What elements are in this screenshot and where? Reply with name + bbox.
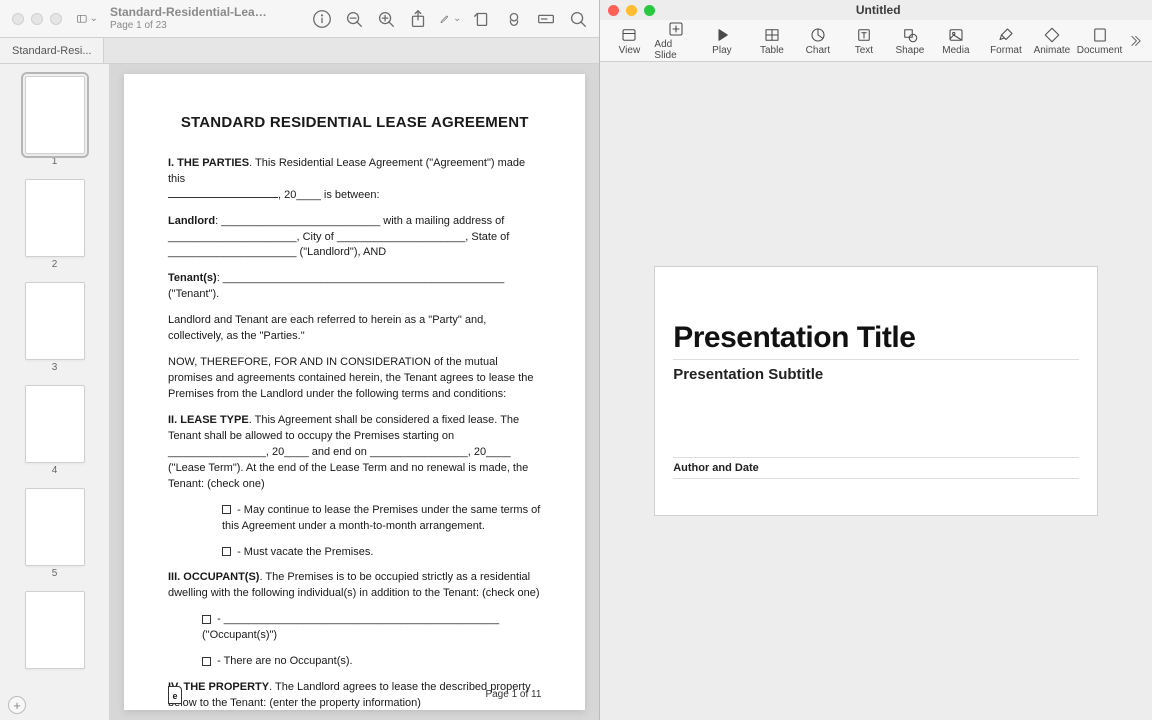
document-icon — [1091, 26, 1109, 44]
thumbnail-page-1[interactable] — [25, 76, 85, 154]
chart-button[interactable]: Chart — [797, 26, 839, 56]
animate-button[interactable]: Animate — [1031, 26, 1073, 56]
sidebar-toggle-button[interactable] — [76, 8, 98, 30]
thumbnail-page-2[interactable] — [25, 179, 85, 257]
thumbnail-label: 3 — [0, 362, 109, 373]
section-lease-type: II. LEASE TYPE. This Agreement shall be … — [168, 413, 541, 493]
keynote-titlebar: Untitled — [600, 0, 1152, 20]
pdf-tab[interactable]: Standard-Resi... — [0, 38, 104, 63]
table-icon — [763, 26, 781, 44]
pdf-viewer-window: Standard-Residential-Leas... Page 1 of 2… — [0, 0, 600, 720]
thumbnail-page-5[interactable] — [25, 488, 85, 566]
window-traffic-lights — [10, 13, 62, 25]
pdf-tab-label: Standard-Resi... — [12, 45, 91, 57]
thumbnail-label: 5 — [0, 568, 109, 579]
slide-canvas[interactable]: Presentation Title Presentation Subtitle… — [600, 62, 1152, 720]
document-button[interactable]: Document — [1077, 26, 1122, 56]
form-button[interactable] — [535, 8, 557, 30]
pdf-titlebar: Standard-Residential-Leas... Page 1 of 2… — [0, 0, 599, 38]
add-page-button[interactable]: + — [8, 696, 26, 714]
checkbox-icon — [222, 505, 231, 514]
rotate-button[interactable] — [471, 8, 493, 30]
page-title: STANDARD RESIDENTIAL LEASE AGREEMENT — [168, 112, 541, 134]
thumbnail-label: 2 — [0, 259, 109, 270]
zoom-out-button[interactable] — [343, 8, 365, 30]
parties-para: Landlord and Tenant are each referred to… — [168, 313, 541, 345]
media-icon — [947, 26, 965, 44]
media-button[interactable]: Media — [935, 26, 977, 56]
landlord-block: Landlord: __________________________ wit… — [168, 214, 541, 262]
diamond-icon — [1043, 26, 1061, 44]
window-zoom-button[interactable] — [50, 13, 62, 25]
page-viewport[interactable]: STANDARD RESIDENTIAL LEASE AGREEMENT I. … — [110, 64, 599, 720]
table-button[interactable]: Table — [751, 26, 793, 56]
shape-icon — [901, 26, 919, 44]
overflow-button[interactable] — [1126, 32, 1144, 50]
keynote-window: Untitled View Add Slide Play Table Chart… — [600, 0, 1152, 720]
play-icon — [713, 26, 731, 44]
slide-subtitle-placeholder[interactable]: Presentation Subtitle — [673, 359, 1079, 383]
view-button[interactable]: View — [608, 26, 650, 56]
checkbox-icon — [222, 547, 231, 556]
play-button[interactable]: Play — [701, 26, 743, 56]
lease-type-option-1: - May continue to lease the Premises und… — [168, 503, 541, 535]
slide-title-placeholder[interactable]: Presentation Title — [673, 321, 1079, 355]
zoom-in-button[interactable] — [375, 8, 397, 30]
chart-icon — [809, 26, 827, 44]
document-title-area[interactable]: Standard-Residential-Leas... Page 1 of 2… — [106, 6, 303, 30]
checkbox-icon — [202, 615, 211, 624]
document-filename: Standard-Residential-Leas... — [110, 6, 270, 19]
thumbnail-label: 4 — [0, 465, 109, 476]
info-button[interactable] — [311, 8, 333, 30]
brush-icon — [997, 26, 1015, 44]
thumbnail-label: 1 — [0, 156, 109, 167]
page-footer: Page 1 of 11 — [485, 688, 541, 703]
highlight-button[interactable] — [503, 8, 525, 30]
view-icon — [620, 26, 638, 44]
thumbnail-page-6[interactable] — [25, 591, 85, 669]
occupant-option-2: - There are no Occupant(s). — [168, 654, 541, 670]
pdf-page: STANDARD RESIDENTIAL LEASE AGREEMENT I. … — [124, 74, 585, 710]
plus-square-icon — [667, 20, 685, 38]
window-minimize-button[interactable] — [31, 13, 43, 25]
markup-button[interactable] — [439, 8, 461, 30]
lease-type-option-2: - Must vacate the Premises. — [168, 545, 541, 561]
share-button[interactable] — [407, 8, 429, 30]
occupant-option-1: - ______________________________________… — [168, 612, 541, 644]
tenant-block: Tenant(s): _____________________________… — [168, 271, 541, 303]
now-therefore-para: NOW, THEREFORE, FOR AND IN CONSIDERATION… — [168, 355, 541, 403]
window-title: Untitled — [612, 3, 1144, 17]
thumbnail-sidebar[interactable]: 1 2 3 4 5 + — [0, 64, 110, 720]
pdf-body: 1 2 3 4 5 + STANDARD RESIDENTIAL LEASE A… — [0, 64, 599, 720]
keynote-toolbar: View Add Slide Play Table Chart Text Sha… — [600, 20, 1152, 62]
chevron-right-icon — [1126, 32, 1144, 50]
checkbox-icon — [202, 657, 211, 666]
pdf-tabbar: Standard-Resi... — [0, 38, 599, 64]
add-slide-button[interactable]: Add Slide — [654, 20, 696, 61]
window-close-button[interactable] — [12, 13, 24, 25]
thumbnail-page-3[interactable] — [25, 282, 85, 360]
text-button[interactable]: Text — [843, 26, 885, 56]
slide-author-placeholder[interactable]: Author and Date — [673, 457, 1079, 479]
footer-logo-icon: e — [168, 686, 182, 704]
search-button[interactable] — [567, 8, 589, 30]
section-parties: I. THE PARTIES. This Residential Lease A… — [168, 156, 541, 204]
slide[interactable]: Presentation Title Presentation Subtitle… — [654, 266, 1098, 516]
thumbnail-page-4[interactable] — [25, 385, 85, 463]
shape-button[interactable]: Shape — [889, 26, 931, 56]
section-occupants: III. OCCUPANT(S). The Premises is to be … — [168, 570, 541, 602]
text-icon — [855, 26, 873, 44]
document-page-indicator: Page 1 of 23 — [110, 20, 167, 31]
format-button[interactable]: Format — [985, 26, 1027, 56]
